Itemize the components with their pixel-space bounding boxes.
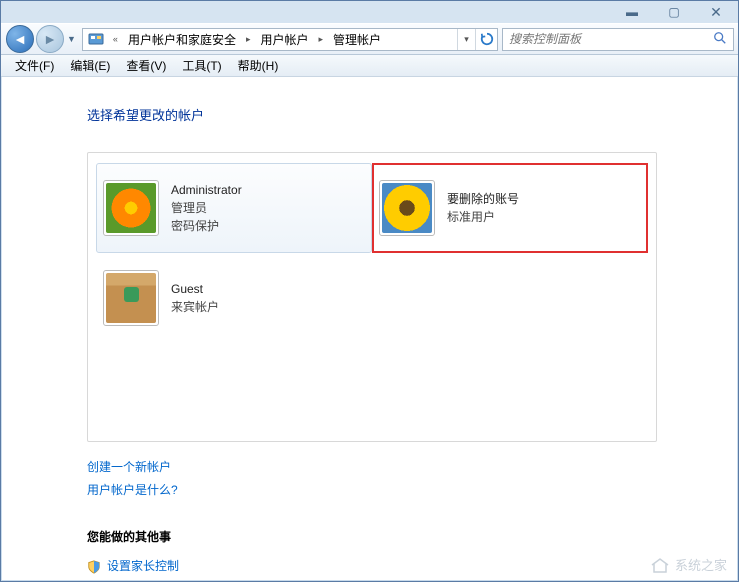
forward-button[interactable]: ►: [36, 25, 64, 53]
account-info: Administrator 管理员 密码保护: [171, 181, 242, 235]
account-type: 管理员: [171, 199, 242, 217]
account-info: Guest 来宾帐户: [171, 280, 219, 316]
breadcrumb-segment[interactable]: 用户帐户: [254, 29, 314, 50]
content-area: 选择希望更改的帐户 Administrator 管理员 密码保护 要删除的账号 …: [2, 77, 737, 580]
account-name: 要删除的账号: [447, 190, 519, 208]
breadcrumb-segment[interactable]: 用户帐户和家庭安全: [122, 29, 242, 50]
arrow-right-icon: ►: [43, 31, 57, 47]
chevron-right-icon[interactable]: ▸: [242, 34, 255, 45]
nav-buttons: ◄ ► ▼: [5, 25, 76, 53]
avatar: [103, 180, 159, 236]
create-account-link[interactable]: 创建一个新帐户: [87, 460, 171, 474]
breadcrumb-root-chevron[interactable]: «: [109, 34, 122, 44]
goto-user-accounts-link[interactable]: 转到主"用户帐户"页面: [87, 577, 204, 580]
menu-edit[interactable]: 编辑(E): [62, 55, 118, 76]
account-type: 来宾帐户: [171, 298, 219, 316]
account-name: Administrator: [171, 181, 242, 199]
breadcrumb-segment[interactable]: 管理帐户: [327, 29, 387, 50]
action-links: 创建一个新帐户 用户帐户是什么?: [87, 456, 717, 502]
account-status: 密码保护: [171, 217, 242, 235]
search-box[interactable]: [502, 28, 734, 51]
refresh-icon: [480, 32, 494, 46]
menubar: 文件(F) 编辑(E) 查看(V) 工具(T) 帮助(H): [1, 55, 738, 77]
avatar: [379, 180, 435, 236]
control-panel-window: ▬ ▢ ✕ ◄ ► ▼ « 用户帐户和家庭安全 ▸ 用户帐户 ▸ 管理帐户 ▾: [0, 0, 739, 582]
parental-control-link[interactable]: 设置家长控制: [107, 555, 179, 578]
address-dropdown[interactable]: ▾: [457, 29, 475, 50]
account-info: 要删除的账号 标准用户: [447, 190, 519, 226]
back-button[interactable]: ◄: [6, 25, 34, 53]
account-type: 标准用户: [447, 208, 519, 226]
menu-file[interactable]: 文件(F): [7, 55, 62, 76]
control-panel-icon: [86, 29, 106, 49]
avatar: [103, 270, 159, 326]
accounts-list: Administrator 管理员 密码保护 要删除的账号 标准用户 G: [87, 152, 657, 442]
watermark: 系统之家: [649, 555, 727, 574]
menu-view[interactable]: 查看(V): [118, 55, 174, 76]
address-bar[interactable]: « 用户帐户和家庭安全 ▸ 用户帐户 ▸ 管理帐户 ▾: [82, 28, 498, 51]
maximize-button[interactable]: ▢: [660, 4, 688, 20]
nav-history-dropdown[interactable]: ▼: [67, 34, 76, 44]
arrow-left-icon: ◄: [13, 31, 27, 47]
account-card-administrator[interactable]: Administrator 管理员 密码保护: [96, 163, 372, 253]
other-links: 设置家长控制 转到主"用户帐户"页面: [87, 555, 717, 580]
chevron-right-icon[interactable]: ▸: [315, 34, 328, 45]
close-button[interactable]: ✕: [702, 4, 730, 20]
search-input[interactable]: [509, 32, 713, 46]
menu-tools[interactable]: 工具(T): [174, 55, 229, 76]
refresh-button[interactable]: [475, 29, 497, 50]
account-card-to-delete[interactable]: 要删除的账号 标准用户: [372, 163, 648, 253]
shield-icon: [87, 559, 101, 573]
other-heading: 您能做的其他事: [87, 528, 717, 545]
watermark-icon: [649, 556, 671, 574]
navbar: ◄ ► ▼ « 用户帐户和家庭安全 ▸ 用户帐户 ▸ 管理帐户 ▾: [1, 23, 738, 55]
account-name: Guest: [171, 280, 219, 298]
minimize-button[interactable]: ▬: [618, 4, 646, 20]
menu-help[interactable]: 帮助(H): [230, 55, 287, 76]
page-title: 选择希望更改的帐户: [87, 105, 717, 124]
search-icon[interactable]: [713, 31, 727, 48]
what-is-account-link[interactable]: 用户帐户是什么?: [87, 483, 178, 497]
titlebar: ▬ ▢ ✕: [1, 1, 738, 23]
account-card-guest[interactable]: Guest 来宾帐户: [96, 253, 372, 343]
